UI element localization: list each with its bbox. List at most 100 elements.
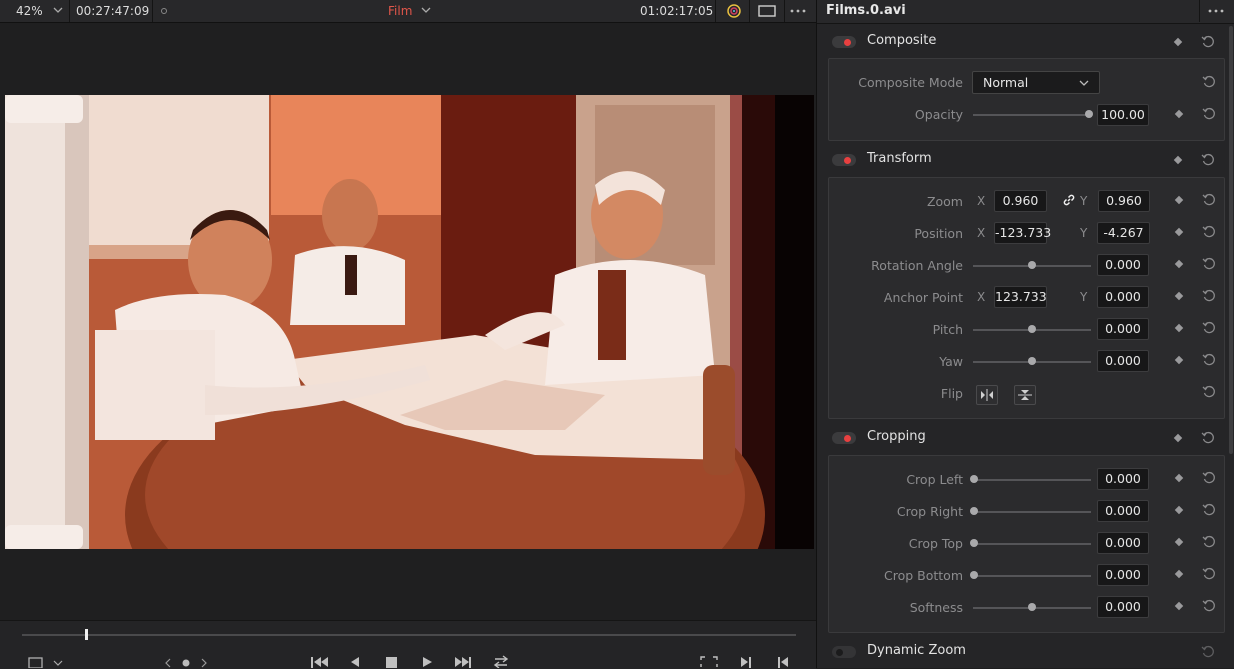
- reset-icon[interactable]: [1202, 567, 1216, 581]
- opacity-field[interactable]: 100.00: [1097, 104, 1149, 126]
- match-frame-icon[interactable]: [699, 655, 719, 668]
- position-x-field[interactable]: -123.733: [994, 222, 1051, 244]
- crop-tool-icon[interactable]: [27, 656, 45, 668]
- pitch-knob[interactable]: [1028, 325, 1036, 333]
- reset-icon[interactable]: [1202, 535, 1216, 549]
- keyframe-icon[interactable]: [1174, 569, 1184, 579]
- opacity-slider-knob[interactable]: [1085, 110, 1093, 118]
- crop-right-field[interactable]: 0.000: [1097, 500, 1149, 522]
- softness-knob[interactable]: [1028, 603, 1036, 611]
- keyframe-icon[interactable]: [1174, 227, 1184, 237]
- reset-icon[interactable]: [1202, 225, 1216, 239]
- keyframe-icon[interactable]: [1173, 433, 1183, 443]
- reset-icon[interactable]: [1202, 75, 1216, 89]
- link-icon[interactable]: [1062, 193, 1076, 207]
- opacity-slider[interactable]: [973, 114, 1091, 116]
- chevron-down-icon[interactable]: [53, 660, 63, 666]
- chevron-down-icon[interactable]: [53, 7, 63, 15]
- keyframe-icon[interactable]: [1174, 601, 1184, 611]
- pitch-field[interactable]: 0.000: [1097, 318, 1149, 340]
- play-icon[interactable]: [421, 656, 433, 668]
- inspector-scrollbar[interactable]: [1229, 26, 1233, 454]
- cropping-toggle[interactable]: [832, 432, 856, 444]
- reset-icon[interactable]: [1202, 503, 1216, 517]
- scrubber-track[interactable]: [22, 634, 796, 636]
- keyframe-icon[interactable]: [1174, 505, 1184, 515]
- reset-icon[interactable]: [1201, 645, 1215, 659]
- zoom-y-field[interactable]: 0.960: [1098, 190, 1150, 212]
- color-wheel-icon[interactable]: [726, 3, 742, 19]
- keyframe-icon[interactable]: [1174, 259, 1184, 269]
- crop-right-knob[interactable]: [970, 507, 978, 515]
- more-icon[interactable]: [790, 9, 808, 13]
- skip-start-icon[interactable]: [310, 656, 330, 668]
- keyframe-icon[interactable]: [1173, 37, 1183, 47]
- rotation-angle-field[interactable]: 0.000: [1097, 254, 1149, 276]
- reset-icon[interactable]: [1202, 321, 1216, 335]
- crop-bottom-slider[interactable]: [973, 575, 1091, 577]
- composite-mode-dropdown[interactable]: Normal: [972, 71, 1100, 94]
- flip-vertical-icon: [1018, 390, 1032, 400]
- crop-bottom-knob[interactable]: [970, 571, 978, 579]
- reset-icon[interactable]: [1202, 353, 1216, 367]
- position-y-field[interactable]: -4.267: [1097, 222, 1150, 244]
- clip-title[interactable]: Film: [388, 0, 412, 22]
- rotation-angle-knob[interactable]: [1028, 261, 1036, 269]
- prev-frame-icon[interactable]: [349, 656, 361, 668]
- chevron-down-icon[interactable]: [421, 7, 431, 15]
- reset-icon[interactable]: [1202, 385, 1216, 399]
- reset-icon[interactable]: [1201, 35, 1215, 49]
- keyframe-icon[interactable]: [1174, 109, 1184, 119]
- anchor-x-field[interactable]: 123.733: [994, 286, 1047, 308]
- keyframe-icon[interactable]: [1174, 355, 1184, 365]
- more-icon[interactable]: [1208, 9, 1226, 13]
- next-edit-icon[interactable]: [739, 656, 753, 668]
- flip-vertical-button[interactable]: [1014, 385, 1036, 405]
- dot-icon[interactable]: [160, 7, 168, 15]
- crop-top-field[interactable]: 0.000: [1097, 532, 1149, 554]
- yaw-field[interactable]: 0.000: [1097, 350, 1149, 372]
- transform-toggle[interactable]: [832, 154, 856, 166]
- reset-icon[interactable]: [1202, 471, 1216, 485]
- crop-left-knob[interactable]: [970, 475, 978, 483]
- reset-icon[interactable]: [1202, 107, 1216, 121]
- keyframe-icon[interactable]: [1173, 155, 1183, 165]
- softness-field[interactable]: 0.000: [1097, 596, 1149, 618]
- flip-horizontal-button[interactable]: [976, 385, 998, 405]
- composite-section-header[interactable]: Composite: [817, 29, 1234, 55]
- anchor-y-field[interactable]: 0.000: [1097, 286, 1149, 308]
- keyframe-icon[interactable]: [1174, 195, 1184, 205]
- prev-edit-icon[interactable]: [776, 656, 790, 668]
- crop-right-slider[interactable]: [973, 511, 1091, 513]
- zoom-x-field[interactable]: 0.960: [994, 190, 1047, 212]
- dynamic-zoom-section-header[interactable]: Dynamic Zoom: [817, 639, 1234, 665]
- transform-section-header[interactable]: Transform: [817, 147, 1234, 173]
- keyframe-icon[interactable]: [1174, 473, 1184, 483]
- yaw-knob[interactable]: [1028, 357, 1036, 365]
- viewer-mode-icon[interactable]: [758, 5, 776, 17]
- cropping-section-header[interactable]: Cropping: [817, 425, 1234, 451]
- playhead[interactable]: [85, 629, 88, 640]
- crop-left-slider[interactable]: [973, 479, 1091, 481]
- keyframe-icon[interactable]: [1174, 323, 1184, 333]
- stop-icon[interactable]: [385, 656, 399, 668]
- keyframe-icon[interactable]: [1174, 537, 1184, 547]
- zoom-level[interactable]: 42%: [16, 0, 43, 22]
- skip-end-icon[interactable]: [453, 656, 473, 668]
- crop-left-field[interactable]: 0.000: [1097, 468, 1149, 490]
- crop-top-slider[interactable]: [973, 543, 1091, 545]
- video-frame: [5, 95, 814, 549]
- reset-icon[interactable]: [1202, 599, 1216, 613]
- reset-icon[interactable]: [1201, 431, 1215, 445]
- crop-top-knob[interactable]: [970, 539, 978, 547]
- keyframe-icon[interactable]: [1174, 291, 1184, 301]
- crop-bottom-field[interactable]: 0.000: [1097, 564, 1149, 586]
- composite-toggle[interactable]: [832, 36, 856, 48]
- dynamic-zoom-toggle[interactable]: [832, 646, 856, 658]
- reset-icon[interactable]: [1202, 257, 1216, 271]
- reset-icon[interactable]: [1202, 289, 1216, 303]
- loop-icon[interactable]: [491, 654, 511, 668]
- reset-icon[interactable]: [1202, 193, 1216, 207]
- jog-control[interactable]: [164, 658, 208, 668]
- reset-icon[interactable]: [1201, 153, 1215, 167]
